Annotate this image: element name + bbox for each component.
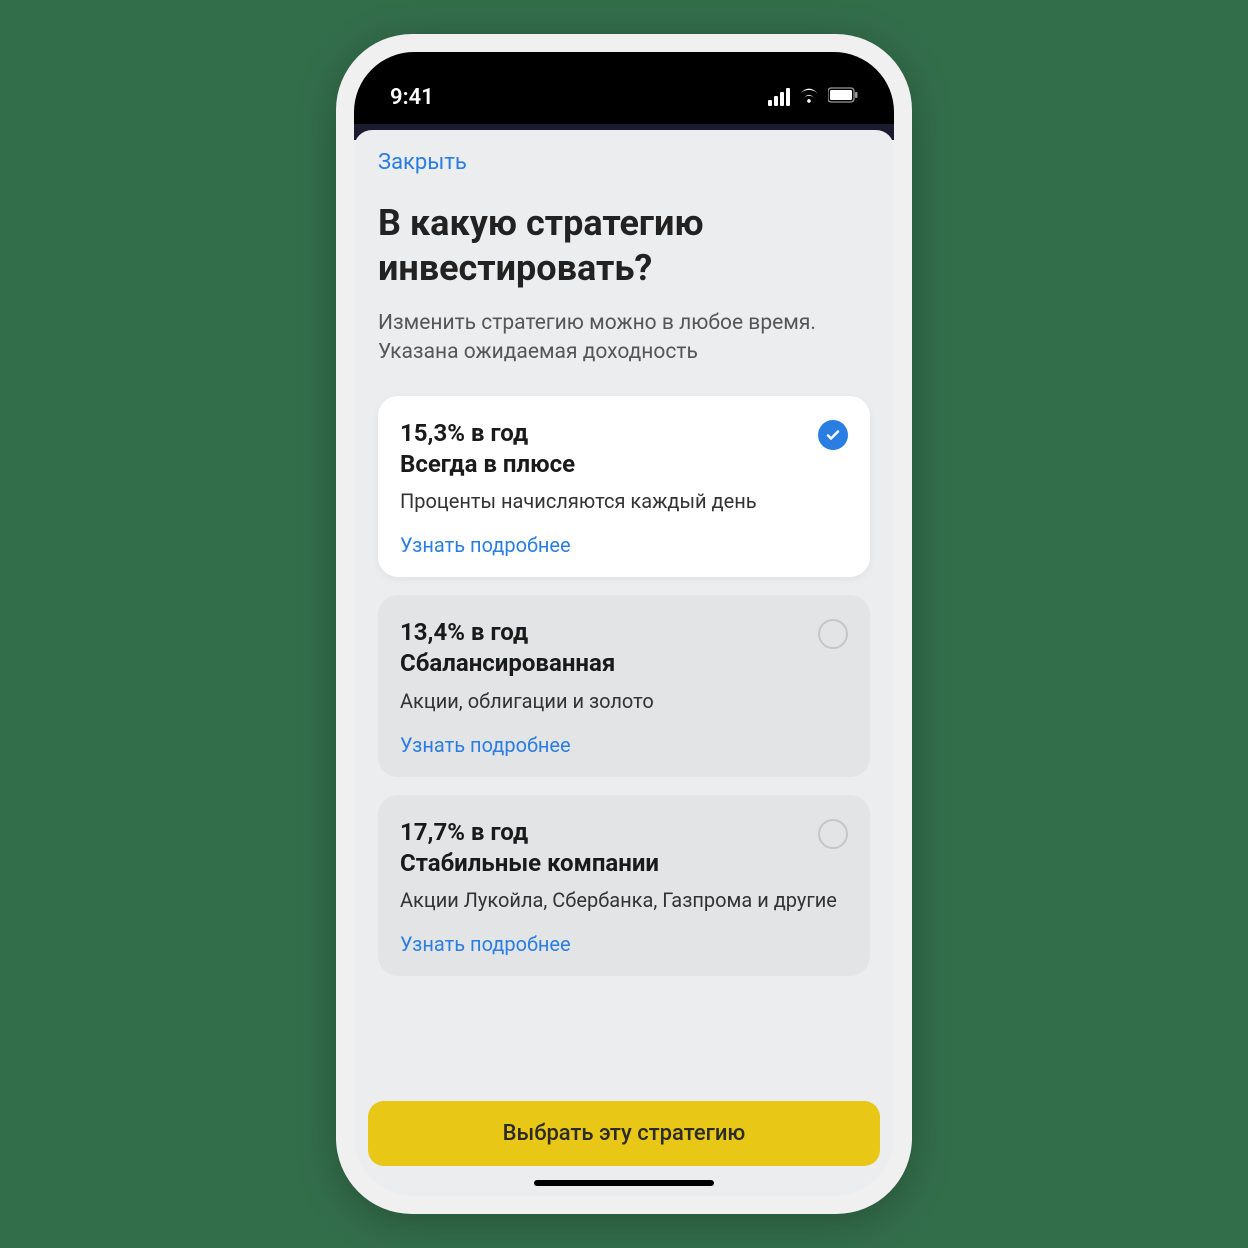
- battery-icon: [828, 87, 858, 107]
- close-button[interactable]: Закрыть: [378, 150, 467, 175]
- radio-empty-icon[interactable]: [818, 819, 848, 849]
- status-bar: 9:41: [354, 52, 894, 124]
- strategy-name: Всегда в плюсе: [400, 449, 806, 480]
- status-time: 9:41: [390, 85, 434, 110]
- strategy-name: Сбалансированная: [400, 648, 806, 679]
- notch: [524, 52, 724, 94]
- strategy-rate: 15,3% в год: [400, 418, 806, 449]
- strategy-card[interactable]: 13,4% в год Сбалансированная Акции, обли…: [378, 595, 870, 776]
- screen: 9:41 Закрыть В какую стратегию инвестиро…: [354, 52, 894, 1196]
- strategy-card[interactable]: 17,7% в год Стабильные компании Акции Лу…: [378, 795, 870, 976]
- strategy-desc: Проценты начисляются каждый день: [400, 488, 848, 515]
- strategy-name: Стабильные компании: [400, 848, 806, 879]
- page-title: В какую стратегию инвестировать?: [378, 201, 870, 291]
- status-icons: [768, 86, 858, 108]
- learn-more-link[interactable]: Узнать подробнее: [400, 932, 571, 956]
- strategy-rate: 17,7% в год: [400, 817, 806, 848]
- page-subtitle: Изменить стратегию можно в любое время. …: [378, 309, 870, 368]
- wifi-icon: [798, 86, 820, 108]
- cellular-signal-icon: [768, 88, 790, 106]
- learn-more-link[interactable]: Узнать подробнее: [400, 733, 571, 757]
- home-indicator: [534, 1180, 714, 1186]
- strategy-card[interactable]: 15,3% в год Всегда в плюсе Проценты начи…: [378, 396, 870, 577]
- strategy-desc: Акции, облигации и золото: [400, 688, 848, 715]
- sheet-content: Закрыть В какую стратегию инвестировать?…: [354, 130, 894, 1196]
- strategy-desc: Акции Лукойла, Сбербанка, Газпрома и дру…: [400, 887, 848, 914]
- select-strategy-button[interactable]: Выбрать эту стратегию: [368, 1101, 880, 1166]
- strategy-rate: 13,4% в год: [400, 617, 806, 648]
- radio-empty-icon[interactable]: [818, 619, 848, 649]
- learn-more-link[interactable]: Узнать подробнее: [400, 533, 571, 557]
- check-icon[interactable]: [818, 420, 848, 450]
- phone-frame: 9:41 Закрыть В какую стратегию инвестиро…: [336, 34, 912, 1214]
